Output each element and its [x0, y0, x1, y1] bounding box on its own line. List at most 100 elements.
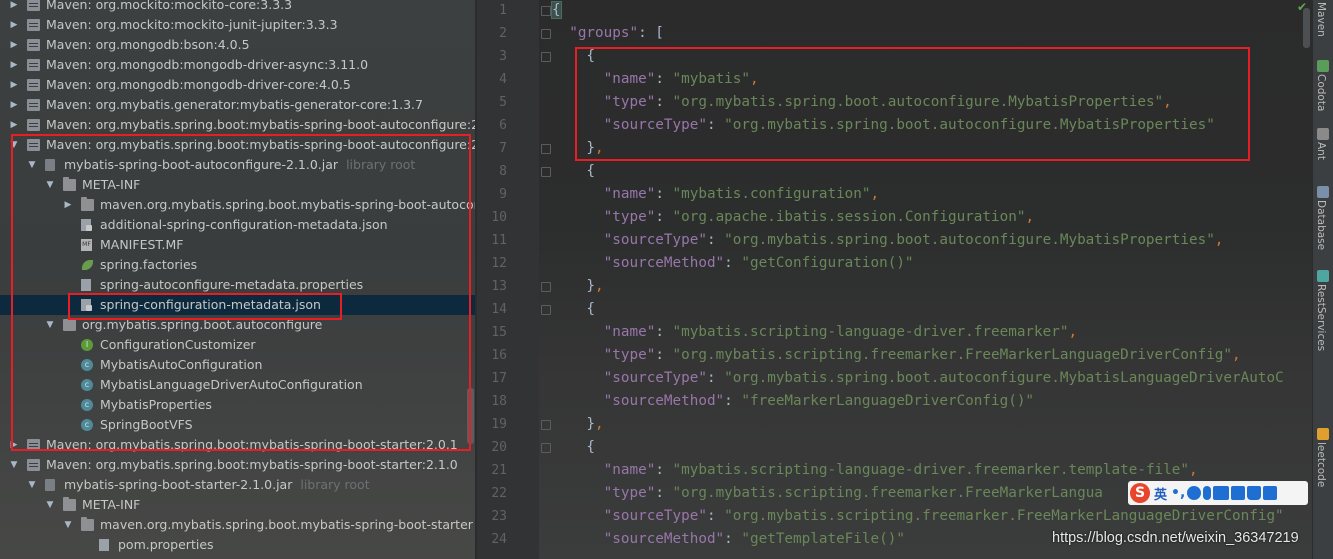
code-token: : [: [638, 25, 664, 41]
code-line[interactable]: "sourceType": "org.mybatis.spring.boot.a…: [552, 367, 1284, 390]
tree-row[interactable]: ▶ Maven: org.mockito:mockito-junit-jupite…: [0, 15, 476, 35]
ime-mode-label[interactable]: 英: [1154, 484, 1167, 503]
library-icon: [27, 19, 40, 31]
fold-marker-icon[interactable]: [541, 443, 551, 453]
tree-row-text: Maven: org.mongodb:bson:4.0.5: [46, 37, 250, 52]
sogou-logo-icon[interactable]: S: [1130, 483, 1150, 503]
code-token: "mybatis.scripting-language-driver.freem…: [672, 462, 1189, 478]
code-token: ,: [870, 186, 880, 202]
restservices-tool-icon[interactable]: [1317, 270, 1329, 282]
tool-tab-restservices[interactable]: RestServices: [1315, 284, 1327, 351]
code-line[interactable]: {: [551, 0, 562, 22]
code-token: "sourceType": [603, 370, 707, 386]
expand-arrow-icon[interactable]: ▶: [9, 115, 19, 135]
line-number: 10: [491, 210, 507, 225]
line-number: 17: [491, 371, 507, 386]
code-token: :: [706, 508, 725, 524]
tree-row[interactable]: ▼ maven.org.mybatis.spring.boot.mybatis-s…: [0, 515, 476, 535]
code-line[interactable]: "type": "org.apache.ibatis.session.Confi…: [552, 206, 1034, 229]
code-line[interactable]: "sourceMethod": "freeMarkerLanguageDrive…: [552, 390, 1034, 413]
code-token: "getTemplateFile()": [741, 531, 905, 547]
leetcode-tool-icon[interactable]: [1317, 428, 1329, 440]
code-line[interactable]: "type": "org.mybatis.scripting.freemarke…: [552, 482, 1103, 505]
fold-marker-icon[interactable]: [541, 305, 551, 315]
fold-marker-icon[interactable]: [541, 29, 551, 39]
tree-row-label: Maven: org.mybatis.generator:mybatis-gen…: [46, 95, 423, 115]
tree-row[interactable]: ▶ Maven: org.mybatis.spring.boot:mybatis-…: [0, 115, 476, 135]
code-line[interactable]: "sourceType": "org.mybatis.scripting.fre…: [552, 505, 1284, 528]
collapse-arrow-icon[interactable]: ▼: [9, 455, 19, 475]
tree-row[interactable]: ▶ Maven: org.mybatis.generator:mybatis-ge…: [0, 95, 476, 115]
toolbox-icon[interactable]: [1231, 486, 1246, 500]
tree-row[interactable]: pom.properties: [0, 535, 476, 555]
expand-arrow-icon[interactable]: ▶: [9, 15, 19, 35]
expand-arrow-icon[interactable]: ▶: [9, 0, 19, 15]
code-token: ,: [595, 278, 604, 294]
collapse-arrow-icon[interactable]: ▼: [63, 515, 73, 535]
tool-tab-ant[interactable]: Ant: [1315, 142, 1327, 160]
library-icon: [27, 79, 40, 91]
code-token: "groups": [569, 25, 639, 41]
code-line[interactable]: {: [552, 298, 595, 321]
expand-arrow-icon[interactable]: ▶: [9, 35, 19, 55]
code-token: "org.mybatis.scripting.freemarker.FreeMa…: [672, 485, 1103, 501]
tree-row[interactable]: ▶ Maven: org.mongodb:mongodb-driver-core:…: [0, 75, 476, 95]
code-line[interactable]: "name": "mybatis.scripting-language-driv…: [552, 321, 1077, 344]
tree-row[interactable]: ▼ Maven: org.mybatis.spring.boot:mybatis-…: [0, 455, 476, 475]
code-line[interactable]: {: [552, 160, 595, 183]
line-number: 2: [499, 26, 507, 41]
code-token: :: [655, 324, 673, 340]
tree-row[interactable]: ▶ Maven: org.mongodb:bson:4.0.5: [0, 35, 476, 55]
code-line[interactable]: "sourceMethod": "getConfiguration()": [552, 252, 914, 275]
tree-row[interactable]: ▼ META-INF: [0, 495, 476, 515]
fold-marker-icon[interactable]: [541, 420, 551, 430]
tool-tab-maven[interactable]: Maven: [1315, 2, 1327, 37]
database-tool-icon[interactable]: [1317, 186, 1329, 198]
tree-row[interactable]: ▶ Maven: org.mockito:mockito-core:3.3.3: [0, 0, 476, 15]
line-number: 9: [499, 187, 507, 202]
skin-icon[interactable]: [1247, 486, 1262, 500]
collapse-arrow-icon[interactable]: ▼: [45, 495, 55, 515]
fold-marker-icon[interactable]: [541, 144, 551, 154]
line-number: 11: [491, 233, 507, 248]
tree-row[interactable]: ▼ mybatis-spring-boot-starter-2.1.0.jar li…: [0, 475, 476, 495]
grid-menu-icon[interactable]: [1263, 486, 1278, 500]
fold-marker-icon[interactable]: [541, 167, 551, 177]
code-line[interactable]: "name": "mybatis.configuration",: [552, 183, 879, 206]
ime-toolbar[interactable]: S 英 •,: [1128, 481, 1308, 505]
inspection-ok-icon[interactable]: ✔: [1297, 0, 1307, 14]
watermark-text: https://blog.csdn.net/weixin_36347219: [1052, 530, 1299, 546]
code-line[interactable]: "groups": [: [552, 22, 664, 45]
fold-marker-icon[interactable]: [541, 282, 551, 292]
code-line[interactable]: },: [552, 413, 603, 436]
collapse-arrow-icon[interactable]: ▼: [27, 475, 37, 495]
code-line[interactable]: "sourceType": "org.mybatis.spring.boot.a…: [552, 229, 1224, 252]
code-line[interactable]: "sourceMethod": "getTemplateFile()": [552, 528, 905, 551]
tool-tab-database[interactable]: Database: [1315, 200, 1327, 250]
line-number: 3: [499, 49, 507, 64]
right-tool-strip: Maven Codota Ant Database RestServices leetco…: [1312, 0, 1333, 559]
fold-marker-icon[interactable]: [541, 6, 551, 16]
tree-row-text: META-INF: [82, 497, 141, 512]
expand-arrow-icon[interactable]: ▶: [9, 55, 19, 75]
ant-tool-icon[interactable]: [1317, 128, 1329, 140]
code-token: "mybatis.scripting-language-driver.freem…: [672, 324, 1069, 340]
editor-scrollbar[interactable]: [1303, 8, 1310, 48]
microphone-icon[interactable]: [1203, 486, 1212, 500]
expand-arrow-icon[interactable]: ▶: [9, 95, 19, 115]
code-line[interactable]: "type": "org.mybatis.scripting.freemarke…: [552, 344, 1241, 367]
ime-punct-label[interactable]: •,: [1171, 485, 1185, 501]
expand-arrow-icon[interactable]: ▶: [9, 75, 19, 95]
tool-tab-codota[interactable]: Codota: [1315, 74, 1327, 111]
code-line[interactable]: },: [552, 275, 604, 298]
tool-tab-leetcode[interactable]: leetcode: [1315, 442, 1327, 487]
emoji-icon[interactable]: [1187, 486, 1202, 500]
keyboard-icon[interactable]: [1213, 486, 1230, 500]
tree-row[interactable]: ▶ Maven: org.mongodb:mongodb-driver-async…: [0, 55, 476, 75]
codota-tool-icon[interactable]: [1317, 60, 1329, 72]
fold-marker-icon[interactable]: [541, 52, 551, 62]
code-line[interactable]: "name": "mybatis.scripting-language-driv…: [552, 459, 1198, 482]
code-line[interactable]: {: [552, 436, 595, 459]
